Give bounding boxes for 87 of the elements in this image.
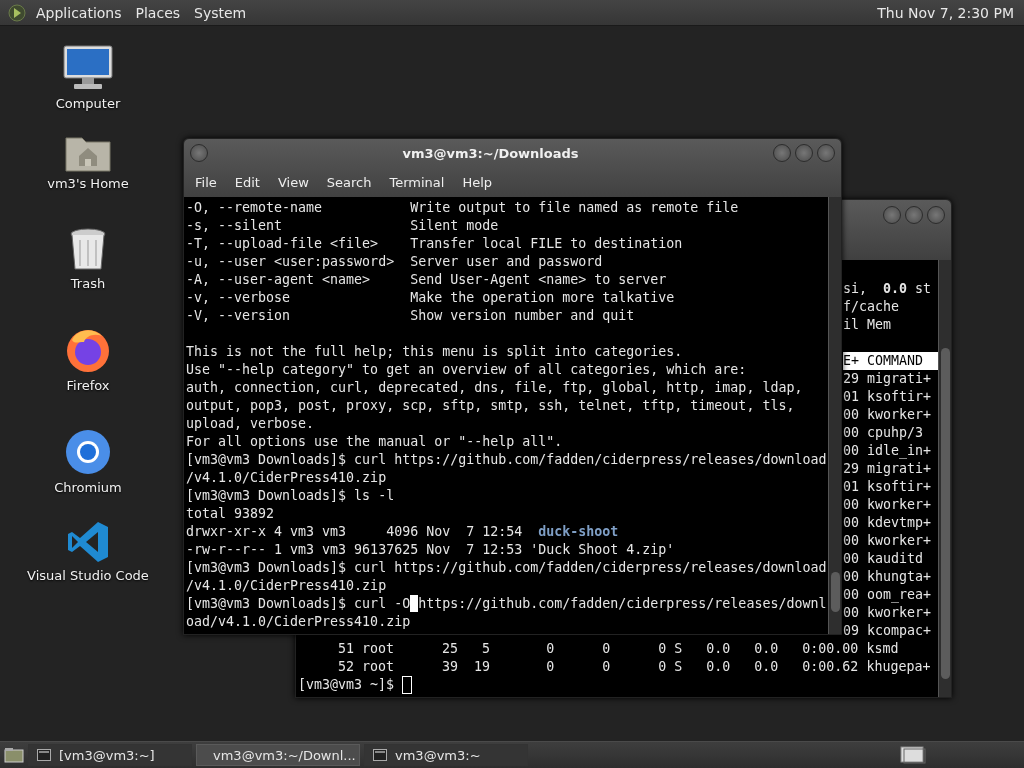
terminal-line: https://github.com/fadden/ciderpress/releases/downl [418, 596, 827, 611]
terminal-line: Use "--help category" to get an overview of all categories, which are: [186, 361, 748, 379]
text-cursor [410, 595, 419, 612]
terminal-line: 00 oom_rea+ [843, 586, 933, 604]
column-header: E+ COMMAND [843, 352, 938, 370]
window-title: vm3@vm3:~/Downloads [401, 145, 580, 161]
terminal-line: 01 ksoftir+ [843, 388, 933, 406]
window-button-icon[interactable] [773, 144, 791, 162]
terminal-icon [373, 749, 387, 761]
clock[interactable]: Thu Nov 7, 2:30 PM [873, 4, 1018, 21]
terminal-line: upload, verbose. [186, 415, 316, 433]
window-menu-icon[interactable] [190, 144, 208, 162]
taskbar-button[interactable]: vm3@vm3:~/Downl... [196, 744, 360, 766]
terminal-line: 00 kworker+ [843, 532, 933, 550]
terminal-line: si, 0.0 st [843, 280, 933, 298]
vscode-icon [66, 520, 110, 564]
window-button-icon[interactable] [905, 206, 923, 224]
text-cursor [402, 676, 413, 694]
terminal-line: 29 migrati+ [843, 370, 933, 388]
terminal-line: -O, --remote-name Write output to file named as remote file [186, 199, 740, 217]
terminal-line: This is not the full help; this menu is split into categories. [186, 343, 684, 361]
terminal-line: 00 khungta+ [843, 568, 933, 586]
terminal-line: 09 kcompac+ [843, 622, 933, 640]
menu-item[interactable]: Help [453, 174, 502, 190]
terminal-line: auth, connection, curl, deprecated, dns, file, ftp, global, http, imap, ldap, [186, 379, 804, 397]
terminal-line: /v4.1.0/CiderPress410.zip [186, 577, 388, 595]
window-button-icon[interactable] [927, 206, 945, 224]
terminal-line: il Mem [843, 316, 893, 334]
trash-icon [69, 228, 107, 272]
desktop-icon-label[interactable]: Visual Studio Code [27, 568, 149, 583]
terminal-line: [vm3@vm3 Downloads]$ ls -l [186, 487, 396, 505]
window-button-icon[interactable] [817, 144, 835, 162]
directory-name: duck-shoot [538, 524, 619, 539]
terminal-line: 00 kworker+ [843, 496, 933, 514]
terminal-line: f/cache [843, 298, 901, 316]
desktop-icon-label[interactable]: Chromium [54, 480, 122, 495]
terminal-line: 00 idle_in+ [843, 442, 933, 460]
show-desktop-icon[interactable] [4, 747, 24, 763]
terminal-line: 51 root 25 5 0 0 0 S 0.0 0.0 0:00.00 ksmd [337, 640, 900, 658]
panel-menu[interactable]: Applications [32, 4, 126, 21]
terminal-line: 29 migrati+ [843, 460, 933, 478]
terminal-line: 52 root 39 19 0 0 0 S 0.0 0.0 0:00.62 khugepa+ [337, 658, 932, 676]
terminal-line: -A, --user-agent <name> Send User-Agent <name> to server [186, 271, 668, 289]
terminal-line: 00 kworker+ [843, 406, 933, 424]
terminal-line: -v, --verbose Make the operation more talkative [186, 289, 676, 307]
desktop-icon-label[interactable]: vm3's Home [47, 176, 129, 191]
terminal-line: 01 ksoftir+ [843, 478, 933, 496]
panel-menu[interactable]: Places [131, 4, 185, 21]
terminal-line: total 93892 [186, 505, 276, 523]
terminal-line: -s, --silent Silent mode [186, 217, 500, 235]
menu-item[interactable]: Edit [225, 174, 269, 190]
terminal-line: -rw-r--r-- 1 vm3 vm3 96137625 Nov 7 12:53 'Duck Shoot 4.zip' [186, 541, 676, 559]
panel-logo-icon[interactable] [8, 3, 26, 22]
terminal-line: oad/v4.1.0/CiderPress410.zip [186, 613, 412, 631]
terminal-line: 00 cpuhp/3 [843, 424, 925, 442]
scrollbar[interactable] [828, 197, 841, 634]
terminal-line: -u, --user <user:password> Server user and password [186, 253, 604, 271]
menu-item[interactable]: File [186, 174, 226, 190]
terminal-line: [vm3@vm3 Downloads]$ curl https://github.com/fadden/ciderpress/releases/download [186, 559, 828, 577]
desktop-icon-label[interactable]: Computer [55, 96, 121, 111]
terminal-line: /v4.1.0/CiderPress410.zip [186, 469, 388, 487]
terminal-icon [37, 749, 51, 761]
panel-menu[interactable]: System [190, 4, 251, 21]
chromium-icon [64, 428, 112, 476]
terminal-line: output, pop3, post, proxy, scp, sftp, smtp, ssh, telnet, tftp, timeout, tls, [186, 397, 796, 415]
desktop-icon-label[interactable]: Trash [70, 276, 106, 291]
menu-item[interactable]: View [268, 174, 318, 190]
terminal-line: drwxr-xr-x 4 vm3 vm3 4096 Nov 7 12:54 [186, 524, 524, 539]
terminal-line: [vm3@vm3 Downloads]$ curl -O [186, 596, 411, 611]
window-button-icon[interactable] [795, 144, 813, 162]
monitor-icon [62, 44, 114, 92]
menu-item[interactable]: Terminal [380, 174, 454, 190]
terminal-line: For all options use the manual or "--help all". [186, 433, 564, 451]
terminal-line: [vm3@vm3 Downloads]$ curl https://github.com/fadden/ciderpress/releases/download [186, 451, 828, 469]
workspace-switcher-icon[interactable] [900, 746, 926, 764]
taskbar-button[interactable]: vm3@vm3:~ [364, 744, 528, 766]
terminal-line: -V, --version Show version number and quit [186, 307, 636, 325]
terminal-line: 00 kworker+ [843, 604, 933, 622]
scrollbar[interactable] [938, 260, 951, 697]
taskbar-button[interactable]: [vm3@vm3:~] [28, 744, 192, 766]
terminal-line: -T, --upload-file <file> Transfer local FILE to destination [186, 235, 684, 253]
terminal-line: 00 kdevtmp+ [843, 514, 933, 532]
desktop-icon-label[interactable]: Firefox [66, 378, 110, 393]
shell-prompt: [vm3@vm3 ~]$ [298, 677, 395, 692]
window-button-icon[interactable] [883, 206, 901, 224]
menu-item[interactable]: Search [317, 174, 381, 190]
terminal-line: 00 kauditd [843, 550, 925, 568]
